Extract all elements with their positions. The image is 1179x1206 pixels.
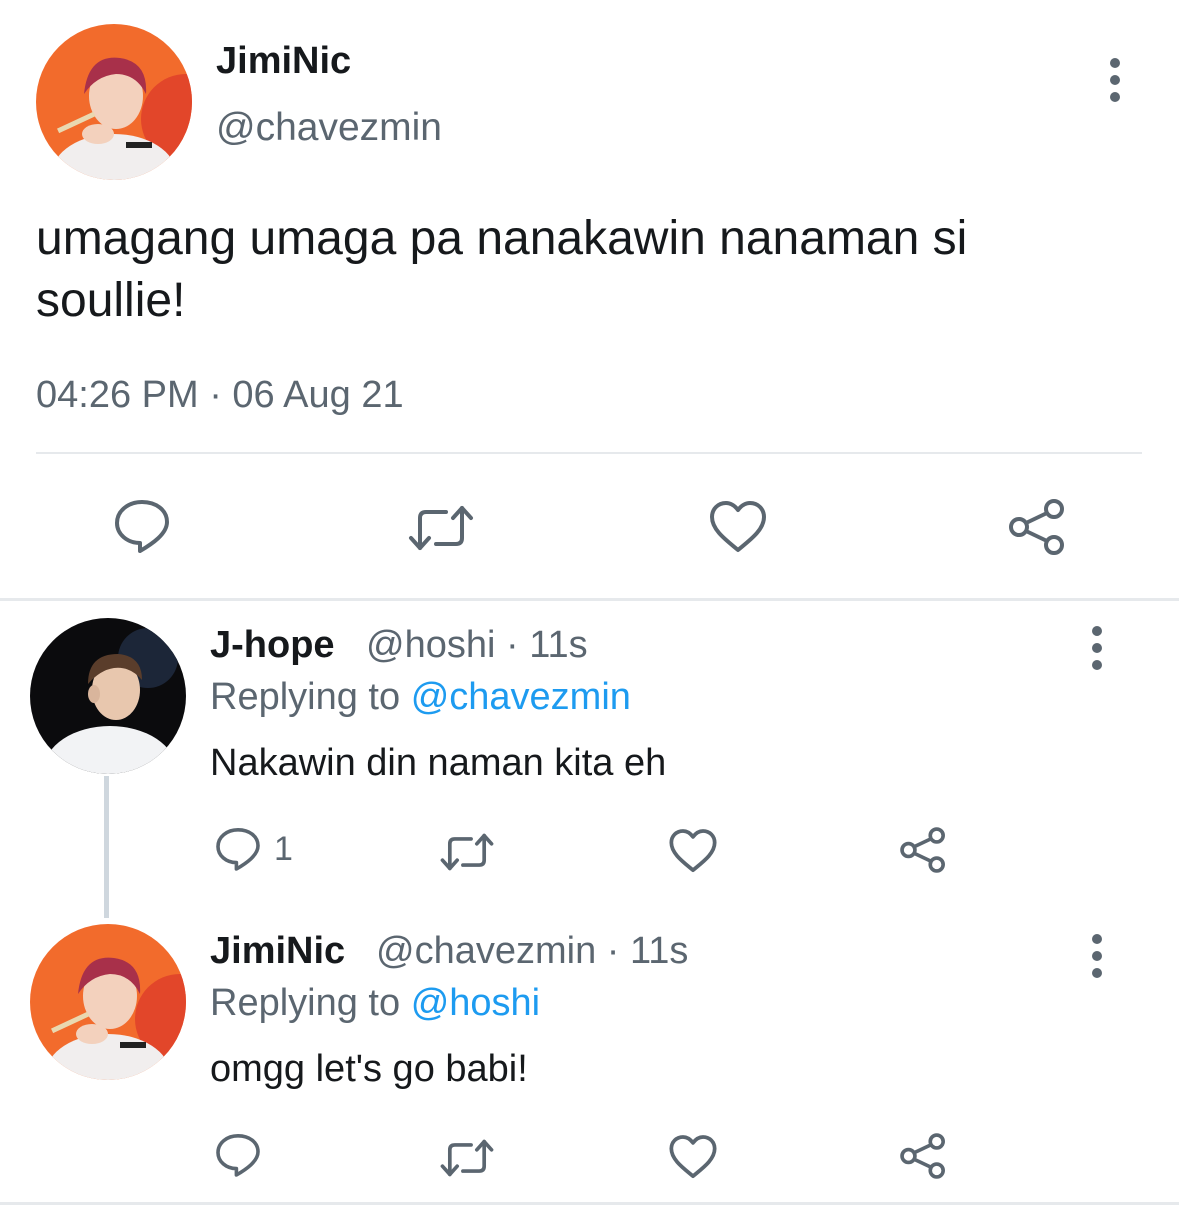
reply-meta[interactable]: @hoshi · 11s — [366, 624, 588, 667]
retweet-icon[interactable] — [440, 1138, 494, 1178]
reply-icon[interactable] — [214, 826, 262, 872]
section-divider — [0, 598, 1179, 601]
avatar-image — [30, 618, 186, 774]
reply-icon[interactable] — [214, 1132, 262, 1178]
retweet-icon[interactable] — [408, 504, 474, 552]
more-options-icon[interactable] — [1090, 626, 1104, 677]
reply-text: Nakawin din naman kita eh — [210, 742, 667, 784]
retweet-icon[interactable] — [440, 832, 494, 872]
replying-to-label: Replying to — [210, 982, 401, 1024]
tweet-text: umagang umaga pa nanakawin nanaman si so… — [36, 212, 968, 327]
like-icon[interactable] — [708, 500, 768, 554]
divider — [36, 452, 1142, 454]
tweet-timestamp: 04:26 PM · 06 Aug 21 — [36, 374, 404, 416]
more-options-icon[interactable] — [1090, 934, 1104, 985]
reply-icon[interactable] — [112, 498, 172, 554]
more-options-icon[interactable] — [1108, 58, 1122, 109]
thread-line — [104, 776, 109, 918]
reply-text: omgg let's go babi! — [210, 1048, 528, 1090]
bottom-divider — [0, 1202, 1179, 1205]
replying-to-link[interactable]: @chavezmin — [411, 676, 631, 718]
like-icon[interactable] — [668, 1134, 718, 1180]
reply-count: 1 — [274, 830, 293, 868]
author-name[interactable]: JimiNic — [216, 40, 351, 83]
avatar-jiminic[interactable] — [30, 924, 186, 1080]
replying-to: Replying to @chavezmin — [210, 676, 631, 719]
share-icon[interactable] — [1006, 498, 1068, 556]
replying-to: Replying to @hoshi — [210, 982, 540, 1025]
replying-to-label: Replying to — [210, 676, 401, 718]
author-handle[interactable]: @chavezmin — [216, 106, 442, 150]
avatar-image — [30, 924, 186, 1080]
like-icon[interactable] — [668, 828, 718, 874]
share-icon[interactable] — [898, 1132, 948, 1180]
reply-author-name[interactable]: JimiNic — [210, 930, 345, 973]
reply-meta[interactable]: @chavezmin · 11s — [376, 930, 688, 973]
avatar-jiminic[interactable] — [36, 24, 192, 180]
avatar-image — [36, 24, 192, 180]
share-icon[interactable] — [898, 826, 948, 874]
reply-author-name[interactable]: J-hope — [210, 624, 335, 667]
replying-to-link[interactable]: @hoshi — [411, 982, 540, 1024]
avatar-jhope[interactable] — [30, 618, 186, 774]
